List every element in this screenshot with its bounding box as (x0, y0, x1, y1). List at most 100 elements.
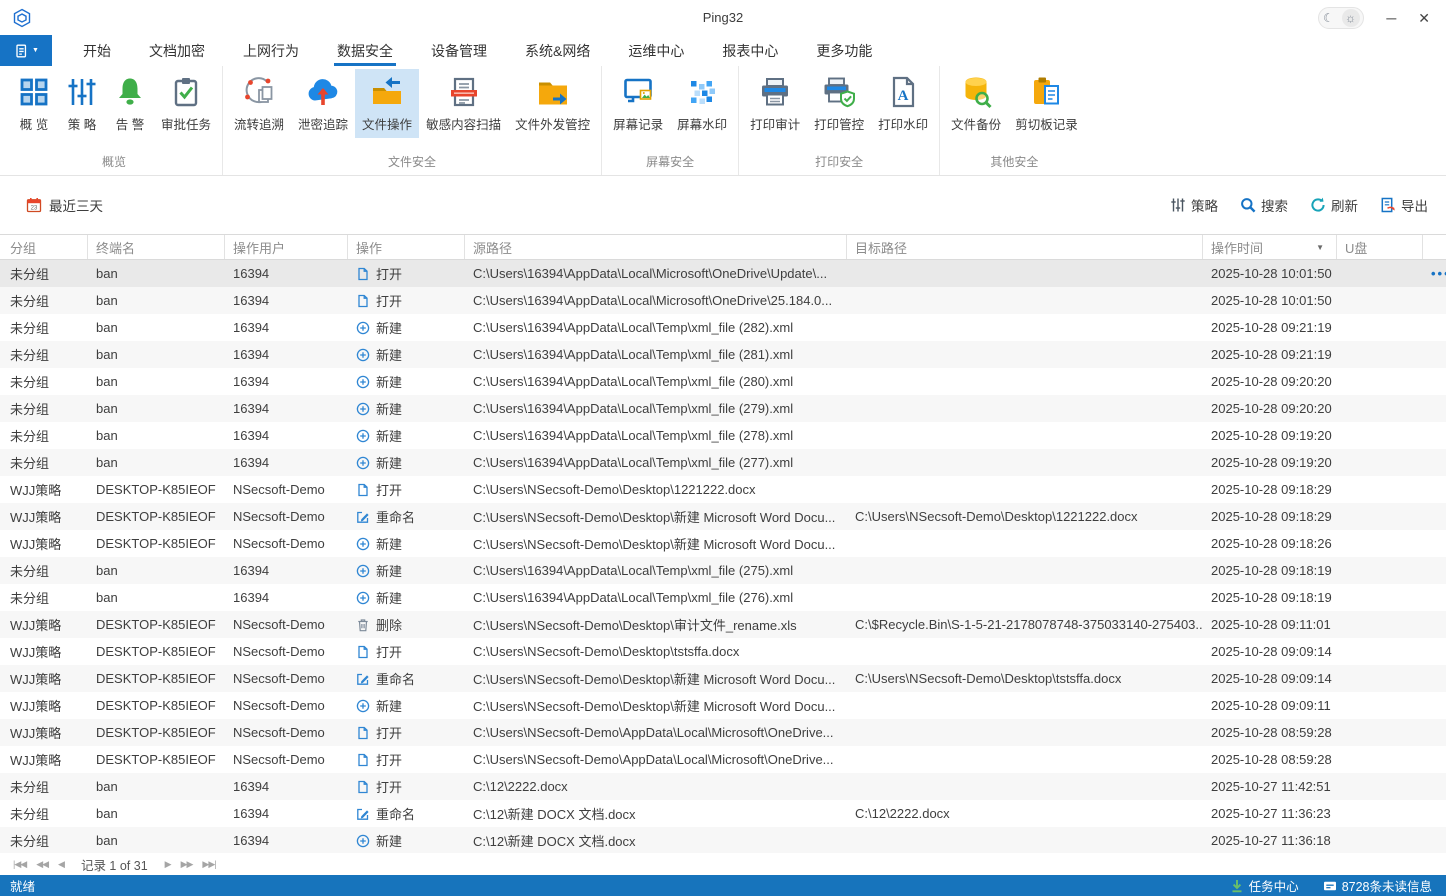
table-row[interactable]: 未分组ban16394新建C:\Users\16394\AppData\Loca… (0, 584, 1446, 611)
column-header-user[interactable]: 操作用户 (225, 235, 348, 259)
column-header-source[interactable]: 源路径 (465, 235, 847, 259)
moon-icon: ☾ (1323, 11, 1334, 25)
tab-data-security[interactable]: 数据安全 (318, 35, 412, 66)
column-header-usb[interactable]: U盘 (1337, 235, 1423, 259)
ribbon-item-policy[interactable]: 策 略 (58, 69, 106, 138)
ribbon-item-print-watermark[interactable]: A打印水印 (871, 69, 935, 138)
leak-cloud-icon (306, 75, 340, 109)
table-row[interactable]: WJJ策略DESKTOP-K85IEOFNSecsoft-Demo删除C:\Us… (0, 611, 1446, 638)
export-button[interactable]: 导出 (1380, 195, 1428, 215)
table-row[interactable]: WJJ策略DESKTOP-K85IEOFNSecsoft-Demo打开C:\Us… (0, 476, 1446, 503)
table-row[interactable]: 未分组ban16394新建C:\Users\16394\AppData\Loca… (0, 395, 1446, 422)
cell-usb (1337, 260, 1423, 287)
table-row[interactable]: 未分组ban16394新建C:\Users\16394\AppData\Loca… (0, 314, 1446, 341)
column-header-op[interactable]: 操作 (348, 235, 465, 259)
ribbon-item-flow-trace[interactable]: 流转追溯 (227, 69, 291, 138)
fast-forward-button[interactable]: ▶▶ (176, 859, 198, 870)
cell-group: 未分组 (0, 422, 88, 449)
row-actions-more-button[interactable]: ••• (1431, 266, 1446, 281)
table-row[interactable]: 未分组ban16394新建C:\Users\16394\AppData\Loca… (0, 422, 1446, 449)
ribbon-item-label: 打印审计 (750, 114, 800, 133)
table-row[interactable]: 未分组ban16394新建C:\Users\16394\AppData\Loca… (0, 341, 1446, 368)
cell-source-path: C:\Users\NSecsoft-Demo\Desktop\审计文件_rena… (465, 611, 847, 638)
first-page-button[interactable]: |◀◀ (8, 859, 31, 870)
table-row[interactable]: 未分组ban16394新建C:\Users\16394\AppData\Loca… (0, 557, 1446, 584)
next-page-button[interactable]: ▶ (160, 859, 176, 870)
tab-device-mgmt[interactable]: 设备管理 (412, 35, 506, 66)
table-row[interactable]: 未分组ban16394打开C:\Users\16394\AppData\Loca… (0, 260, 1446, 287)
minimize-button[interactable]: ─ (1386, 11, 1396, 25)
table-row[interactable]: WJJ策略DESKTOP-K85IEOFNSecsoft-Demo打开C:\Us… (0, 746, 1446, 773)
cell-operation: 新建 (348, 584, 465, 611)
ribbon-item-print-audit[interactable]: 打印审计 (743, 69, 807, 138)
tab-doc-encrypt[interactable]: 文档加密 (130, 35, 224, 66)
cell-target-path (847, 530, 1203, 557)
policy-sliders-icon (65, 75, 99, 109)
table-row[interactable]: WJJ策略DESKTOP-K85IEOFNSecsoft-Demo打开C:\Us… (0, 638, 1446, 665)
table-row[interactable]: WJJ策略DESKTOP-K85IEOFNSecsoft-Demo重命名C:\U… (0, 665, 1446, 692)
cell-source-path: C:\Users\NSecsoft-Demo\AppData\Local\Mic… (465, 746, 847, 773)
ribbon-item-file-out-control[interactable]: 文件外发管控 (508, 69, 597, 138)
cell-group: WJJ策略 (0, 746, 88, 773)
ribbon-item-screen-record[interactable]: 屏幕记录 (606, 69, 670, 138)
table-row[interactable]: 未分组ban16394新建C:\Users\16394\AppData\Loca… (0, 449, 1446, 476)
ribbon-item-overview[interactable]: 概 览 (10, 69, 58, 138)
table-row[interactable]: 未分组ban16394新建C:\Users\16394\AppData\Loca… (0, 368, 1446, 395)
task-center-button[interactable]: 任务中心 (1230, 876, 1299, 895)
theme-toggle[interactable]: ☾ ☼ (1318, 7, 1364, 29)
refresh-button[interactable]: 刷新 (1310, 195, 1358, 215)
table-row[interactable]: 未分组ban16394打开C:\Users\16394\AppData\Loca… (0, 287, 1446, 314)
policy-button[interactable]: 策略 (1170, 195, 1218, 215)
cell-target-path (847, 395, 1203, 422)
cell-usb (1337, 584, 1423, 611)
cell-filler (1423, 746, 1446, 773)
cell-user: 16394 (225, 449, 348, 476)
cell-terminal: ban (88, 800, 225, 827)
cell-filler (1423, 584, 1446, 611)
cell-user: NSecsoft-Demo (225, 476, 348, 503)
unread-messages-button[interactable]: 8728条未读信息 (1323, 876, 1432, 895)
table-row[interactable]: WJJ策略DESKTOP-K85IEOFNSecsoft-Demo新建C:\Us… (0, 530, 1446, 557)
date-filter-button[interactable]: 23 最近三天 (26, 195, 103, 215)
tab-web-behavior[interactable]: 上网行为 (224, 35, 318, 66)
tab-more-features[interactable]: 更多功能 (797, 35, 891, 66)
table-row[interactable]: 未分组ban16394新建C:\12\新建 DOCX 文档.docx2025-1… (0, 827, 1446, 853)
open-icon (356, 753, 370, 767)
ribbon-item-print-control[interactable]: 打印管控 (807, 69, 871, 138)
ribbon-item-label: 概 览 (20, 114, 48, 133)
ribbon-item-clipboard-record[interactable]: 剪切板记录 (1008, 69, 1085, 138)
tab-ops-center[interactable]: 运维中心 (609, 35, 703, 66)
column-header-time[interactable]: 操作时间▼ (1203, 235, 1337, 259)
ribbon-item-sensitive-scan[interactable]: 敏感内容扫描 (419, 69, 508, 138)
ribbon-item-approval-tasks[interactable]: 审批任务 (154, 69, 218, 138)
cell-filler (1423, 530, 1446, 557)
last-page-button[interactable]: ▶▶| (197, 859, 220, 870)
ribbon-item-file-operation[interactable]: 文件操作 (355, 69, 419, 138)
ribbon-item-file-backup[interactable]: 文件备份 (944, 69, 1008, 138)
ribbon-item-leak-track[interactable]: 泄密追踪 (291, 69, 355, 138)
cell-filler (1423, 395, 1446, 422)
ribbon-item-screen-watermark[interactable]: 屏幕水印 (670, 69, 734, 138)
tab-system-network[interactable]: 系统&网络 (506, 35, 609, 66)
search-button[interactable]: 搜索 (1240, 195, 1288, 215)
cell-terminal: ban (88, 584, 225, 611)
cell-usb (1337, 692, 1423, 719)
column-header-group[interactable]: 分组 (0, 235, 88, 259)
table-row[interactable]: 未分组ban16394打开C:\12\2222.docx2025-10-27 1… (0, 773, 1446, 800)
column-header-terminal[interactable]: 终端名 (88, 235, 225, 259)
tab-report-center[interactable]: 报表中心 (703, 35, 797, 66)
column-header-target[interactable]: 目标路径 (847, 235, 1203, 259)
table-row[interactable]: WJJ策略DESKTOP-K85IEOFNSecsoft-Demo重命名C:\U… (0, 503, 1446, 530)
tab-start[interactable]: 开始 (64, 35, 130, 66)
ribbon-item-alert[interactable]: 告 警 (106, 69, 154, 138)
prev-page-button[interactable]: ◀ (53, 859, 69, 870)
sort-indicator-icon[interactable]: ▼ (1316, 243, 1328, 252)
close-button[interactable]: ✕ (1418, 11, 1430, 25)
table-row[interactable]: WJJ策略DESKTOP-K85IEOFNSecsoft-Demo新建C:\Us… (0, 692, 1446, 719)
cell-usb (1337, 665, 1423, 692)
table-row[interactable]: 未分组ban16394重命名C:\12\新建 DOCX 文档.docxC:\12… (0, 800, 1446, 827)
table-row[interactable]: WJJ策略DESKTOP-K85IEOFNSecsoft-Demo打开C:\Us… (0, 719, 1446, 746)
fast-back-button[interactable]: ◀◀ (31, 859, 53, 870)
rename-icon (356, 807, 370, 821)
app-menu-button[interactable]: ▼ (0, 35, 52, 66)
